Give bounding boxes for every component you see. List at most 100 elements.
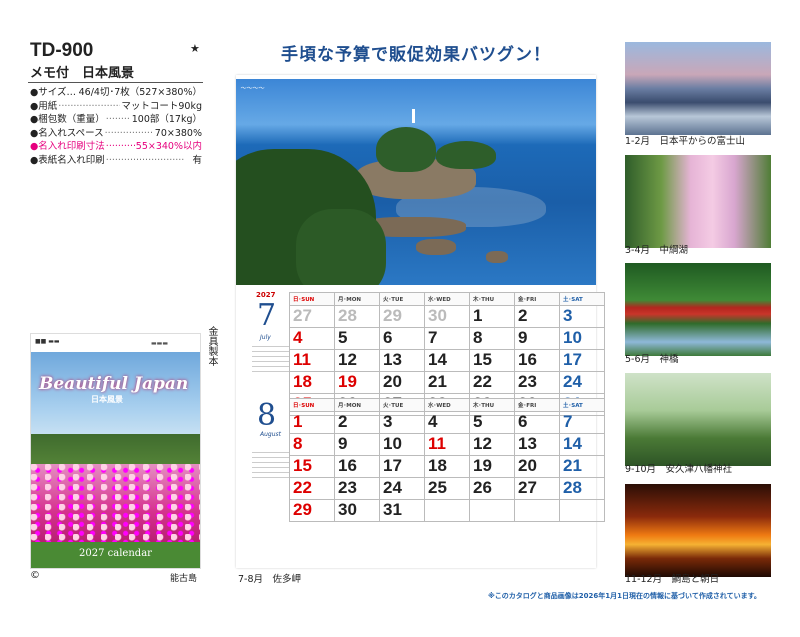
memo-line xyxy=(252,472,290,473)
day-cell: 13 xyxy=(379,349,425,372)
day-cell: 6 xyxy=(514,411,560,434)
notice-text: ※このカタログと商品画像は2026年1月1日現在の情報に基づいて作成されています… xyxy=(488,592,761,600)
weekday-header: 火･TUE xyxy=(379,292,425,306)
rock-icon xyxy=(486,251,508,263)
day-cell: 4 xyxy=(289,327,335,350)
spec-label: ●用紙 xyxy=(30,100,58,112)
day-cell: 9 xyxy=(514,327,560,350)
weekday-header: 日･SUN xyxy=(289,292,335,306)
headline: 手頃な予算で販促効果バツグン！ xyxy=(281,45,551,65)
memo-line xyxy=(252,361,290,362)
day-cell: 15 xyxy=(469,349,515,372)
main-photo-caption: 7-8月 佐多岬 xyxy=(238,574,302,585)
day-cell: 24 xyxy=(559,371,605,394)
day-cell: 23 xyxy=(514,371,560,394)
spec-value: 100部（17kg） xyxy=(131,114,202,126)
spec-leader: ·························· xyxy=(105,154,185,166)
day-cell: 2 xyxy=(334,411,380,434)
star-icon: ★ xyxy=(190,42,200,55)
day-cell: 17 xyxy=(559,349,605,372)
day-cell: 3 xyxy=(379,411,425,434)
day-cell: 27 xyxy=(514,477,560,500)
island-icon xyxy=(436,141,496,169)
day-cell: 21 xyxy=(424,371,470,394)
day-cell: 2 xyxy=(514,305,560,328)
cover-subtitle: 日本風景 xyxy=(91,395,123,404)
thumbnail-caption: 3-4月 中綱湖 xyxy=(625,245,689,256)
spec-label: ●表紙名入れ印刷 xyxy=(30,154,105,166)
weekday-header: 木･THU xyxy=(469,292,515,306)
spec-row: ●表紙名入れ印刷 ·························· 有 xyxy=(30,154,202,168)
week-row: 29 30 31 xyxy=(289,499,605,522)
weekday-header: 水･WED xyxy=(424,292,470,306)
sunrise-photo xyxy=(625,484,771,577)
day-cell xyxy=(424,499,470,522)
day-cell: 10 xyxy=(559,327,605,350)
day-cell: 24 xyxy=(379,477,425,500)
memo-line xyxy=(252,351,290,352)
day-cell: 22 xyxy=(289,477,335,500)
spec-label: ●梱包数（重量） xyxy=(30,114,105,126)
day-cell: 26 xyxy=(469,477,515,500)
spec-leader: ·························· xyxy=(105,141,135,153)
month-number: 7 xyxy=(257,298,277,333)
spec-row: ●サイズ…··························46/4切･7枚（… xyxy=(30,86,202,100)
foliage-icon xyxy=(296,209,386,285)
month-english: July xyxy=(260,334,271,341)
day-cell: 29 xyxy=(289,499,335,522)
memo-line xyxy=(252,356,290,357)
copyright-mark: © xyxy=(30,570,40,581)
cover-image: ■■ ▬▬ ▬▬▬ Beautiful Japan 日本風景 2027 cale… xyxy=(30,333,201,569)
cover-caption: 能古島 xyxy=(170,574,198,584)
red-bridge-photo xyxy=(625,263,771,356)
thumbnail-caption: 11-12月 鯛島と朝日 xyxy=(625,574,720,585)
weekday-header: 木･THU xyxy=(469,398,515,412)
product-name: メモ付 日本風景 xyxy=(30,66,135,81)
weekday-header: 日･SUN xyxy=(289,398,335,412)
weekday-header: 火･TUE xyxy=(379,398,425,412)
day-cell: 5 xyxy=(334,327,380,350)
spec-row: ●梱包数（重量）··························100部（1… xyxy=(30,113,202,127)
day-cell: 7 xyxy=(559,411,605,434)
spec-label: ●サイズ… xyxy=(30,87,77,98)
spec-value: 55×340%以内 xyxy=(135,141,202,153)
day-cell: 20 xyxy=(379,371,425,394)
month-english: August xyxy=(260,431,281,438)
day-cell: 30 xyxy=(424,305,470,328)
day-cell: 12 xyxy=(334,349,380,372)
week-row: 15 16 17 18 19 20 21 xyxy=(289,455,605,478)
day-cell xyxy=(469,499,515,522)
day-cell: 5 xyxy=(469,411,515,434)
weekday-header: 土･SAT xyxy=(559,292,605,306)
day-cell: 30 xyxy=(334,499,380,522)
day-cell: 18 xyxy=(289,371,335,394)
weekday-header: 水･WED xyxy=(424,398,470,412)
week-row: 18 19 20 21 22 23 24 xyxy=(289,371,605,394)
memo-lines xyxy=(252,450,290,482)
weekday-header: 月･MON xyxy=(334,292,380,306)
day-cell: 16 xyxy=(334,455,380,478)
thumbnail-caption: 9-10月 安久津八幡神社 xyxy=(625,464,733,475)
weekday-header: 金･FRI xyxy=(514,398,560,412)
lighthouse-icon xyxy=(412,109,415,123)
day-cell: 11 xyxy=(424,433,470,456)
day-cell: 10 xyxy=(379,433,425,456)
week-row: 4 5 6 7 8 9 10 xyxy=(289,327,605,350)
spec-leader: ·························· xyxy=(105,114,131,126)
day-cell: 19 xyxy=(334,371,380,394)
day-cell: 23 xyxy=(334,477,380,500)
spec-value: 70×380% xyxy=(154,127,202,139)
day-cell: 13 xyxy=(514,433,560,456)
island-icon xyxy=(376,127,436,172)
day-cell: 3 xyxy=(559,305,605,328)
day-cell: 15 xyxy=(289,455,335,478)
memo-lines xyxy=(252,344,290,376)
day-cell: 21 xyxy=(559,455,605,478)
spec-leader: ·························· xyxy=(58,100,120,112)
day-cell: 14 xyxy=(424,349,470,372)
thumbnail-caption: 5-6月 神橋 xyxy=(625,354,679,365)
month-year: 2027 xyxy=(256,291,276,299)
day-cell: 25 xyxy=(424,477,470,500)
day-cell: 1 xyxy=(289,411,335,434)
spec-row: ●名入れスペース··························70×380… xyxy=(30,127,202,141)
